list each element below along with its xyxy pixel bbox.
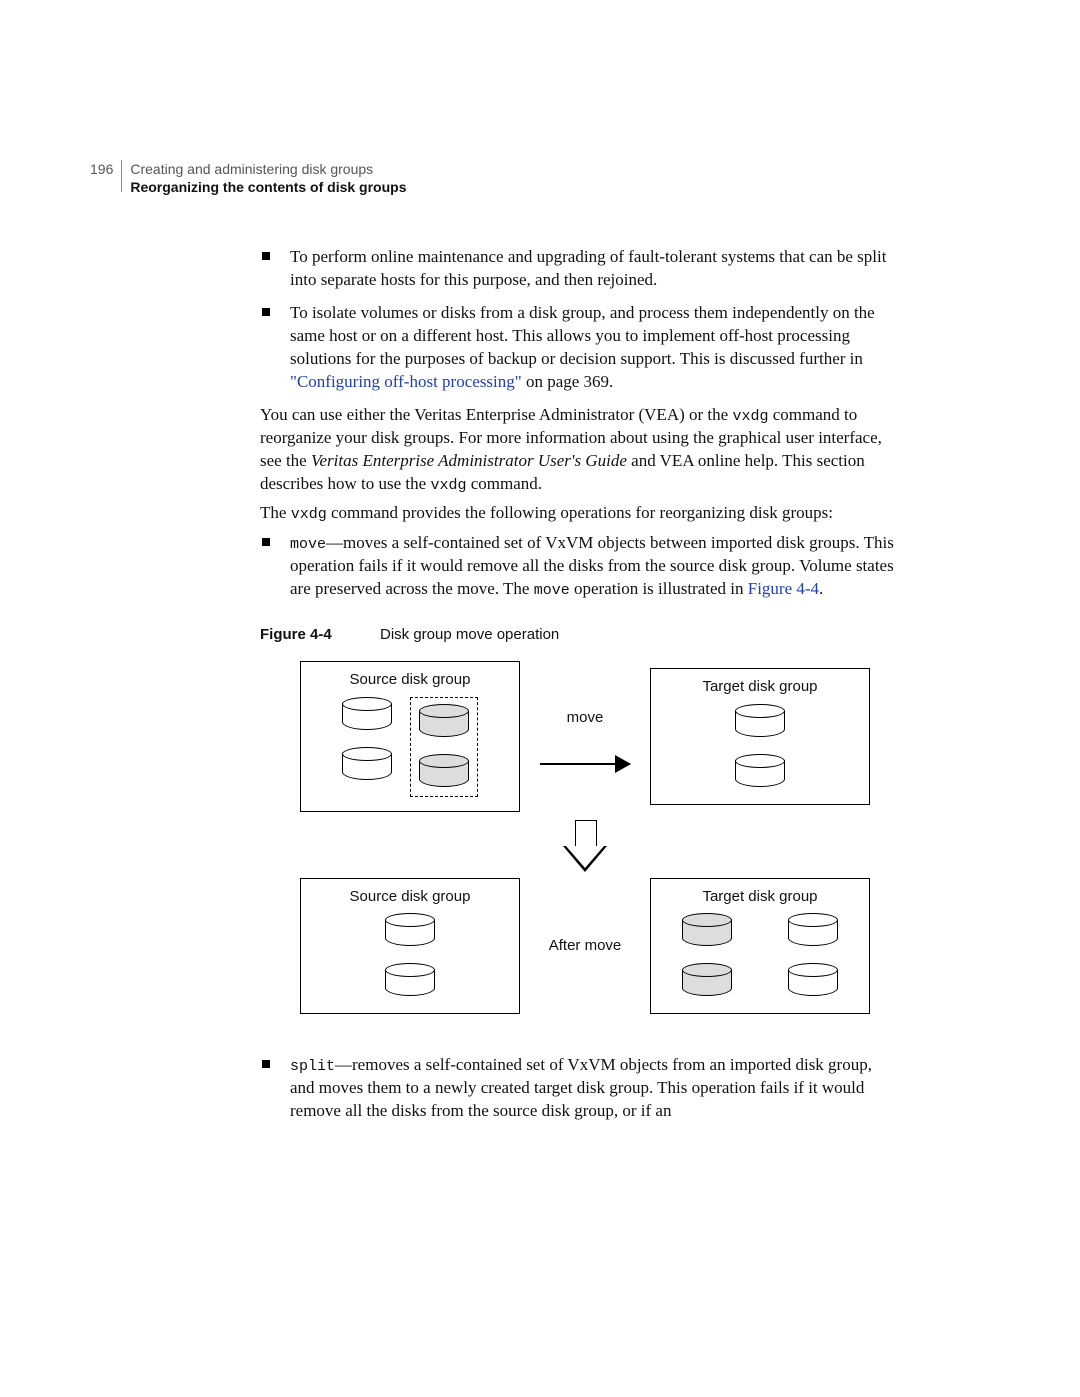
page: 196 Creating and administering disk grou…	[0, 0, 1080, 1253]
disk-icon	[788, 963, 838, 999]
group-title: Target disk group	[661, 887, 859, 907]
figure-row-before: Source disk group move	[300, 661, 870, 811]
target-disk-group-after: Target disk group	[650, 878, 870, 1014]
selected-disks	[410, 697, 478, 797]
arrow-down-icon	[563, 820, 607, 874]
italic-text: Veritas Enterprise Administrator User's …	[311, 451, 627, 470]
disk-icon	[682, 963, 732, 999]
text: —removes a self-contained set of VxVM ob…	[290, 1055, 872, 1120]
figure-caption: Figure 4-4 Disk group move operation	[260, 625, 900, 645]
page-header: 196 Creating and administering disk grou…	[90, 160, 990, 196]
top-bullet-list: To perform online maintenance and upgrad…	[260, 246, 900, 394]
disk-icon	[735, 704, 785, 740]
list-item-text: To isolate volumes or disks from a disk …	[290, 303, 875, 368]
chapter-title: Creating and administering disk groups	[130, 160, 406, 178]
operations-list-cont: split—removes a self-contained set of Vx…	[260, 1054, 900, 1123]
list-item: To perform online maintenance and upgrad…	[260, 246, 900, 292]
group-title: Source disk group	[311, 887, 509, 907]
operations-list: move—moves a self-contained set of VxVM …	[260, 532, 900, 601]
figure-title: Disk group move operation	[380, 625, 559, 645]
group-title: Source disk group	[311, 670, 509, 690]
xref-link[interactable]: "Configuring off-host processing"	[290, 372, 522, 391]
header-separator	[121, 160, 122, 192]
text: command.	[466, 474, 542, 493]
disk-grid	[661, 913, 859, 999]
code-text: vxdg	[430, 477, 466, 494]
move-indicator: move	[540, 708, 630, 764]
list-item: split—removes a self-contained set of Vx…	[260, 1054, 900, 1123]
text: operation is illustrated in	[570, 579, 748, 598]
after-label-block: After move	[540, 936, 630, 956]
xref-link[interactable]: Figure 4-4	[748, 579, 819, 598]
header-text: Creating and administering disk groups R…	[130, 160, 406, 196]
move-label: move	[567, 708, 604, 728]
list-item-text: To perform online maintenance and upgrad…	[290, 247, 886, 289]
text: .	[819, 579, 823, 598]
page-number: 196	[90, 160, 121, 178]
group-title: Target disk group	[661, 677, 859, 697]
figure-number: Figure 4-4	[260, 625, 380, 645]
text: The	[260, 503, 291, 522]
figure-row-after: Source disk group After move Target disk…	[300, 878, 870, 1014]
code-text: vxdg	[291, 506, 327, 523]
code-text: vxdg	[732, 408, 768, 425]
text: command provides the following operation…	[327, 503, 833, 522]
list-item: move—moves a self-contained set of VxVM …	[260, 532, 900, 601]
disk-icon	[735, 754, 785, 790]
after-move-label: After move	[549, 936, 622, 956]
disk-icon	[419, 704, 469, 740]
disk-icon	[342, 697, 392, 733]
code-text: split	[290, 1058, 335, 1075]
disk-icon	[385, 913, 435, 949]
figure-diagram: Source disk group move	[270, 661, 900, 1014]
disk-icon	[419, 754, 469, 790]
disk-icon	[788, 913, 838, 949]
source-disk-group-after: Source disk group	[300, 878, 520, 1014]
after-indicator	[563, 812, 607, 878]
paragraph: You can use either the Veritas Enterpris…	[260, 404, 900, 496]
body-column: To perform online maintenance and upgrad…	[260, 246, 900, 1123]
section-title: Reorganizing the contents of disk groups	[130, 178, 406, 196]
target-disk-group-before: Target disk group	[650, 668, 870, 804]
list-item: To isolate volumes or disks from a disk …	[260, 302, 900, 394]
source-disk-group-before: Source disk group	[300, 661, 520, 811]
list-item-suffix: on page 369.	[522, 372, 614, 391]
paragraph: The vxdg command provides the following …	[260, 502, 900, 525]
disk-icon	[342, 747, 392, 783]
disk-icon	[385, 963, 435, 999]
code-text: move	[534, 582, 570, 599]
text: You can use either the Veritas Enterpris…	[260, 405, 732, 424]
arrow-right-icon	[540, 763, 630, 765]
disk-icon	[682, 913, 732, 949]
code-text: move	[290, 536, 326, 553]
